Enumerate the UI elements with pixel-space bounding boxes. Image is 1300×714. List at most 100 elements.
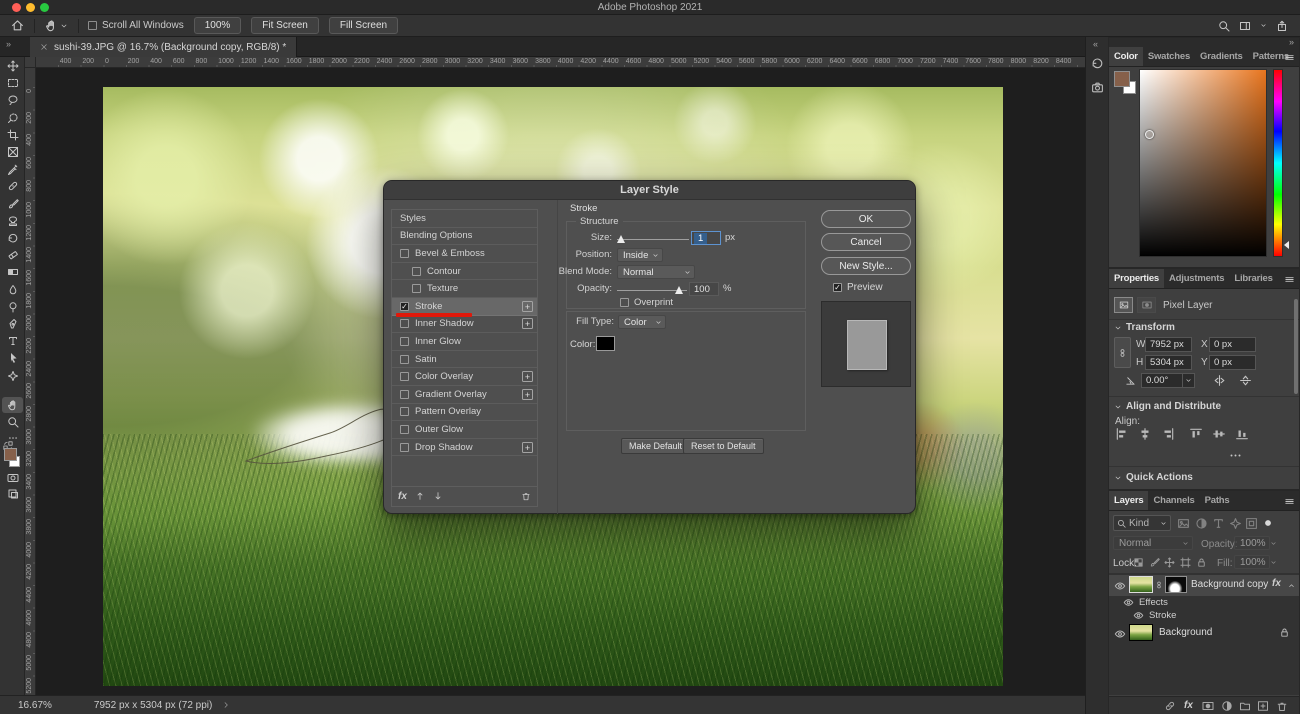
- blend-mode-select[interactable]: Normal: [617, 265, 695, 279]
- opacity-slider[interactable]: [617, 285, 687, 295]
- style-checkbox[interactable]: [400, 425, 409, 434]
- overprint-checkbox[interactable]: [620, 298, 629, 307]
- layer-thumbnail[interactable]: [1129, 624, 1153, 641]
- style-checkbox[interactable]: [400, 355, 409, 364]
- rotate-angle-field[interactable]: 0.00°: [1141, 373, 1195, 388]
- tab-color[interactable]: Color: [1109, 47, 1143, 66]
- align-top-icon[interactable]: [1189, 427, 1203, 441]
- hand-tool[interactable]: [2, 397, 23, 413]
- add-effect-button[interactable]: +: [522, 442, 533, 453]
- visibility-toggle-icon[interactable]: [1114, 628, 1126, 640]
- scroll-all-windows-checkbox[interactable]: [88, 21, 97, 30]
- opacity-input[interactable]: 100: [689, 282, 719, 296]
- style-item-bevel-emboss[interactable]: Bevel & Emboss: [392, 245, 537, 263]
- tab-paths[interactable]: Paths: [1200, 491, 1235, 510]
- chevron-down-icon[interactable]: [60, 22, 68, 30]
- style-checkbox[interactable]: [400, 390, 409, 399]
- align-center-h-icon[interactable]: [1138, 427, 1152, 441]
- style-checkbox[interactable]: [400, 407, 409, 416]
- style-checkbox[interactable]: [412, 284, 421, 293]
- stroke-color-swatch[interactable]: [596, 336, 615, 351]
- size-input[interactable]: 1: [691, 231, 721, 245]
- lock-checkerboard-icon[interactable]: [1133, 557, 1144, 568]
- reset-to-default-button[interactable]: Reset to Default: [683, 438, 764, 454]
- gradient-tool[interactable]: [2, 264, 23, 280]
- lock-lock-icon[interactable]: [1196, 557, 1207, 568]
- y-field[interactable]: 0 px: [1209, 355, 1256, 370]
- add-effect-button[interactable]: +: [522, 301, 533, 312]
- scrollbar[interactable]: [1294, 299, 1298, 394]
- lock-brush-icon[interactable]: [1149, 557, 1160, 568]
- height-field[interactable]: 5304 px: [1145, 355, 1192, 370]
- link-icon[interactable]: [1164, 700, 1176, 712]
- dodge-tool[interactable]: [2, 299, 23, 315]
- style-item-styles[interactable]: Styles: [392, 210, 537, 228]
- search-icon[interactable]: [1218, 20, 1230, 32]
- filter-shape-icon[interactable]: [1229, 517, 1242, 530]
- visibility-toggle-icon[interactable]: [1133, 610, 1144, 621]
- more-options-icon[interactable]: [1229, 449, 1242, 462]
- tab-libraries[interactable]: Libraries: [1229, 269, 1277, 288]
- add-layer-style-button[interactable]: fx: [1184, 700, 1193, 711]
- filter-type-icon[interactable]: [1212, 517, 1225, 530]
- collapse-quick-actions-icon[interactable]: [1114, 474, 1122, 482]
- mask-link-icon[interactable]: [1155, 577, 1163, 593]
- history-brush-tool[interactable]: [2, 230, 23, 246]
- filter-toggle-icon[interactable]: [1263, 518, 1273, 528]
- workspace-icon[interactable]: [1239, 20, 1251, 32]
- layer-opacity-field[interactable]: 100%: [1234, 536, 1270, 550]
- type-tool[interactable]: [2, 333, 23, 349]
- foreground-color-swatch[interactable]: [1114, 71, 1130, 87]
- size-slider[interactable]: [617, 234, 689, 244]
- style-checkbox[interactable]: [400, 443, 409, 452]
- move-tool[interactable]: [2, 58, 23, 74]
- marquee-tool[interactable]: [2, 75, 23, 91]
- saturation-brightness-picker[interactable]: [1139, 69, 1267, 257]
- brush-tool[interactable]: [2, 196, 23, 212]
- fill-type-select[interactable]: Color: [618, 315, 666, 329]
- close-tab-icon[interactable]: [40, 43, 48, 51]
- style-item-inner-glow[interactable]: Inner Glow: [392, 333, 537, 351]
- pixel-layer-icon[interactable]: [1114, 297, 1133, 313]
- hand-tool-icon[interactable]: [45, 19, 58, 32]
- panel-menu-icon[interactable]: [1284, 496, 1295, 507]
- tab-channels[interactable]: Channels: [1148, 491, 1199, 510]
- visibility-toggle-icon[interactable]: [1123, 597, 1134, 608]
- constrain-proportions-toggle[interactable]: [1114, 337, 1131, 368]
- style-item-outer-glow[interactable]: Outer Glow: [392, 421, 537, 439]
- delete-effect-icon[interactable]: [521, 491, 531, 501]
- screen-mode-button[interactable]: [2, 486, 23, 502]
- zoom-level-field[interactable]: 16.67%: [18, 700, 52, 711]
- tab-layers[interactable]: Layers: [1109, 491, 1148, 510]
- expand-dock-icon[interactable]: »: [1289, 38, 1294, 47]
- layer-name[interactable]: Background copy: [1191, 579, 1268, 590]
- pen-tool[interactable]: [2, 316, 23, 332]
- preview-checkbox[interactable]: ✓: [833, 283, 842, 292]
- healing-brush-tool[interactable]: [2, 178, 23, 194]
- style-checkbox[interactable]: ✓: [400, 302, 409, 311]
- eraser-tool[interactable]: [2, 247, 23, 263]
- style-item-satin[interactable]: Satin: [392, 351, 537, 369]
- flip-horizontal-icon[interactable]: [1213, 374, 1226, 387]
- lock-move-icon[interactable]: [1164, 557, 1175, 568]
- layer-row-background-copy[interactable]: Background copy fx: [1109, 575, 1299, 596]
- share-icon[interactable]: [1276, 20, 1288, 32]
- fill-screen-button[interactable]: Fill Screen: [329, 17, 398, 34]
- path-selection-tool[interactable]: [2, 350, 23, 366]
- new-style-button[interactable]: New Style...: [821, 257, 911, 275]
- collapse-effects-icon[interactable]: [1287, 581, 1296, 590]
- layer-row-effects[interactable]: Effects: [1109, 596, 1299, 609]
- move-effect-up-icon[interactable]: [415, 491, 425, 501]
- tab-properties[interactable]: Properties: [1109, 269, 1164, 288]
- layer-fx-badge[interactable]: fx: [1272, 578, 1281, 589]
- mask-icon[interactable]: [1202, 700, 1214, 712]
- mask-properties-icon[interactable]: [1137, 297, 1156, 313]
- toolbar-foreground-color[interactable]: [4, 448, 17, 461]
- crop-tool[interactable]: [2, 127, 23, 143]
- tab-gradients[interactable]: Gradients: [1195, 47, 1248, 66]
- layer-mask-thumbnail[interactable]: [1165, 576, 1187, 593]
- x-field[interactable]: 0 px: [1209, 337, 1256, 352]
- style-item-gradient-overlay[interactable]: Gradient Overlay+: [392, 386, 537, 404]
- layer-row-background[interactable]: Background: [1109, 623, 1299, 644]
- tab-overflow-icon[interactable]: »: [6, 39, 11, 49]
